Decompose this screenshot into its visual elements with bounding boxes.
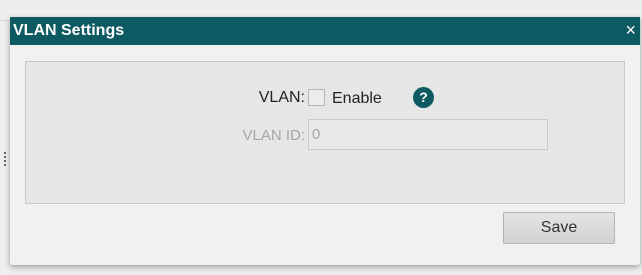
- vlan-id-row: VLAN ID:: [26, 119, 624, 151]
- vlan-row: VLAN: Enable ?: [26, 86, 624, 110]
- vlan-id-input[interactable]: [308, 119, 548, 150]
- settings-panel: VLAN: Enable ? VLAN ID:: [25, 61, 625, 204]
- dialog-title: VLAN Settings: [13, 22, 125, 39]
- close-icon[interactable]: ×: [625, 20, 636, 40]
- resize-handle-icon: [4, 152, 8, 166]
- dialog-titlebar: VLAN Settings ×: [10, 17, 640, 45]
- question-icon[interactable]: ?: [413, 87, 434, 108]
- vlan-settings-dialog: VLAN Settings × VLAN: Enable ? VLAN ID: …: [10, 17, 640, 265]
- enable-label[interactable]: Enable: [332, 90, 382, 108]
- save-button[interactable]: Save: [503, 212, 615, 244]
- vlan-label: VLAN:: [258, 89, 305, 106]
- vlan-id-label: VLAN ID:: [242, 127, 305, 144]
- vlan-enable-checkbox[interactable]: [308, 89, 325, 106]
